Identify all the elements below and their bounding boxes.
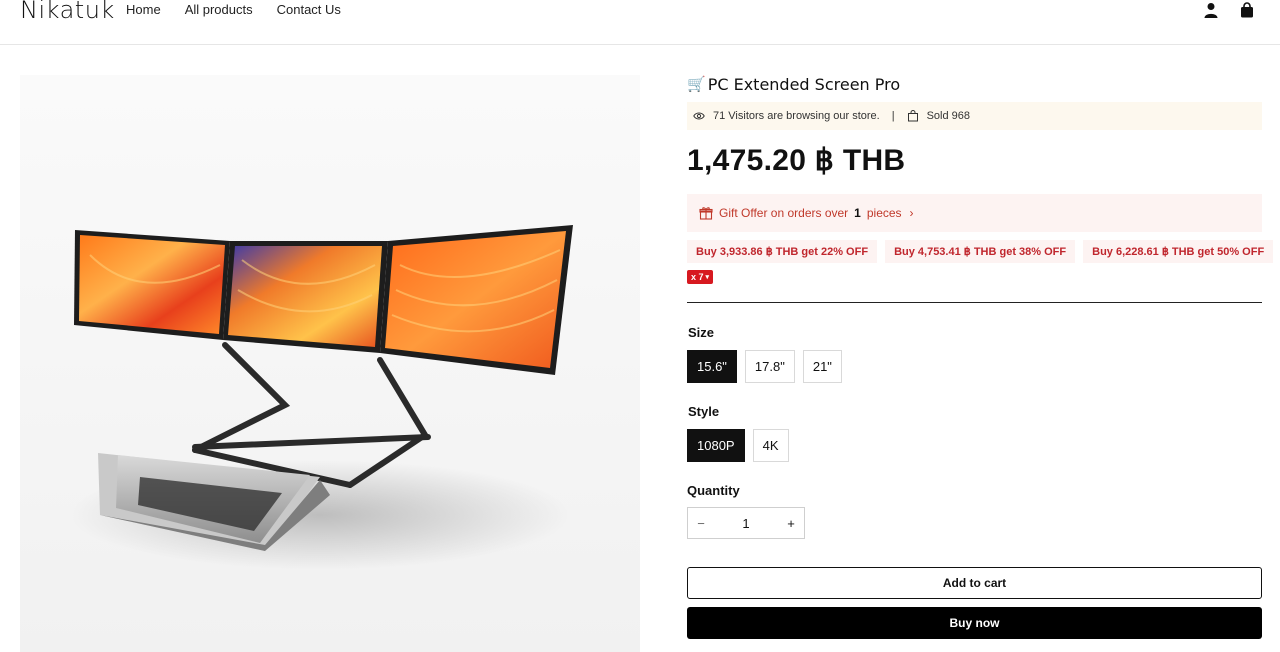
bag-icon <box>907 110 919 122</box>
chevron-right-icon: › <box>909 206 914 220</box>
add-to-cart-button[interactable]: Add to cart <box>687 567 1262 599</box>
quantity-value[interactable]: 1 <box>742 516 749 531</box>
nav-contact-us[interactable]: Contact Us <box>277 2 341 17</box>
buy-now-button[interactable]: Buy now <box>687 607 1262 639</box>
product-price: 1,475.20 ฿ THB <box>687 144 906 177</box>
quantity-label: Quantity <box>687 483 740 498</box>
eye-icon <box>693 110 705 122</box>
quantity-stepper: − 1 + <box>687 507 805 539</box>
style-option-4k[interactable]: 4K <box>752 429 789 462</box>
style-label: Style <box>688 404 720 419</box>
gift-icon <box>699 206 713 220</box>
product-info: 🛒 PC Extended Screen Pro 71 Visitors are… <box>687 73 1274 639</box>
shopping-bag-icon[interactable] <box>1239 2 1255 18</box>
size-option-21[interactable]: 21" <box>802 350 842 383</box>
discount-tier-1[interactable]: Buy 3,933.86 ฿ THB get 22% OFF <box>687 240 878 263</box>
size-option-15-6[interactable]: 15.6" <box>687 350 737 383</box>
user-icon[interactable] <box>1203 2 1219 18</box>
gift-offer-bar[interactable]: Gift Offer on orders over 1 pieces › <box>687 194 1262 232</box>
quantity-badge[interactable]: x 7 ▾ <box>687 270 714 284</box>
section-divider <box>687 302 1262 303</box>
nav-home[interactable]: Home <box>126 2 161 17</box>
style-options: 1080P 4K <box>687 429 789 462</box>
site-logo[interactable]: Nikatuk <box>20 0 115 24</box>
product-title-text: PC Extended Screen Pro <box>707 74 901 94</box>
sold-count: Sold 968 <box>926 110 971 122</box>
quantity-decrease-button[interactable]: − <box>694 516 708 531</box>
caret-down-icon: ▾ <box>705 274 710 281</box>
product-image[interactable] <box>20 75 640 652</box>
discount-tier-3[interactable]: Buy 6,228.61 ฿ THB get 50% OFF <box>1083 240 1274 263</box>
discount-tiers: Buy 3,933.86 ฿ THB get 22% OFF Buy 4,753… <box>687 240 1274 263</box>
style-option-1080p[interactable]: 1080P <box>687 429 745 462</box>
product-title: 🛒 PC Extended Screen Pro <box>687 73 1262 95</box>
size-label: Size <box>688 325 715 340</box>
visitors-bar: 71 Visitors are browsing our store. | So… <box>687 102 1262 130</box>
quantity-increase-button[interactable]: + <box>784 516 798 531</box>
visitors-separator: | <box>891 110 895 122</box>
nav-all-products[interactable]: All products <box>185 2 253 17</box>
gift-offer-count: 1 <box>854 206 861 220</box>
gift-offer-unit: pieces <box>866 206 902 220</box>
size-option-17-8[interactable]: 17.8" <box>744 350 795 383</box>
quantity-badge-text: x 7 <box>691 272 704 282</box>
gift-offer-text: Gift Offer on orders over <box>719 206 849 220</box>
size-options: 15.6" 17.8" 21" <box>687 350 842 383</box>
main-nav: Home All products Contact Us <box>126 2 341 17</box>
visitors-text: 71 Visitors are browsing our store. <box>713 110 880 122</box>
discount-tier-2[interactable]: Buy 4,753.41 ฿ THB get 38% OFF <box>885 240 1076 263</box>
site-header: Nikatuk Home All products Contact Us <box>0 0 1280 45</box>
cart-emoji-icon: 🛒 <box>687 75 706 93</box>
